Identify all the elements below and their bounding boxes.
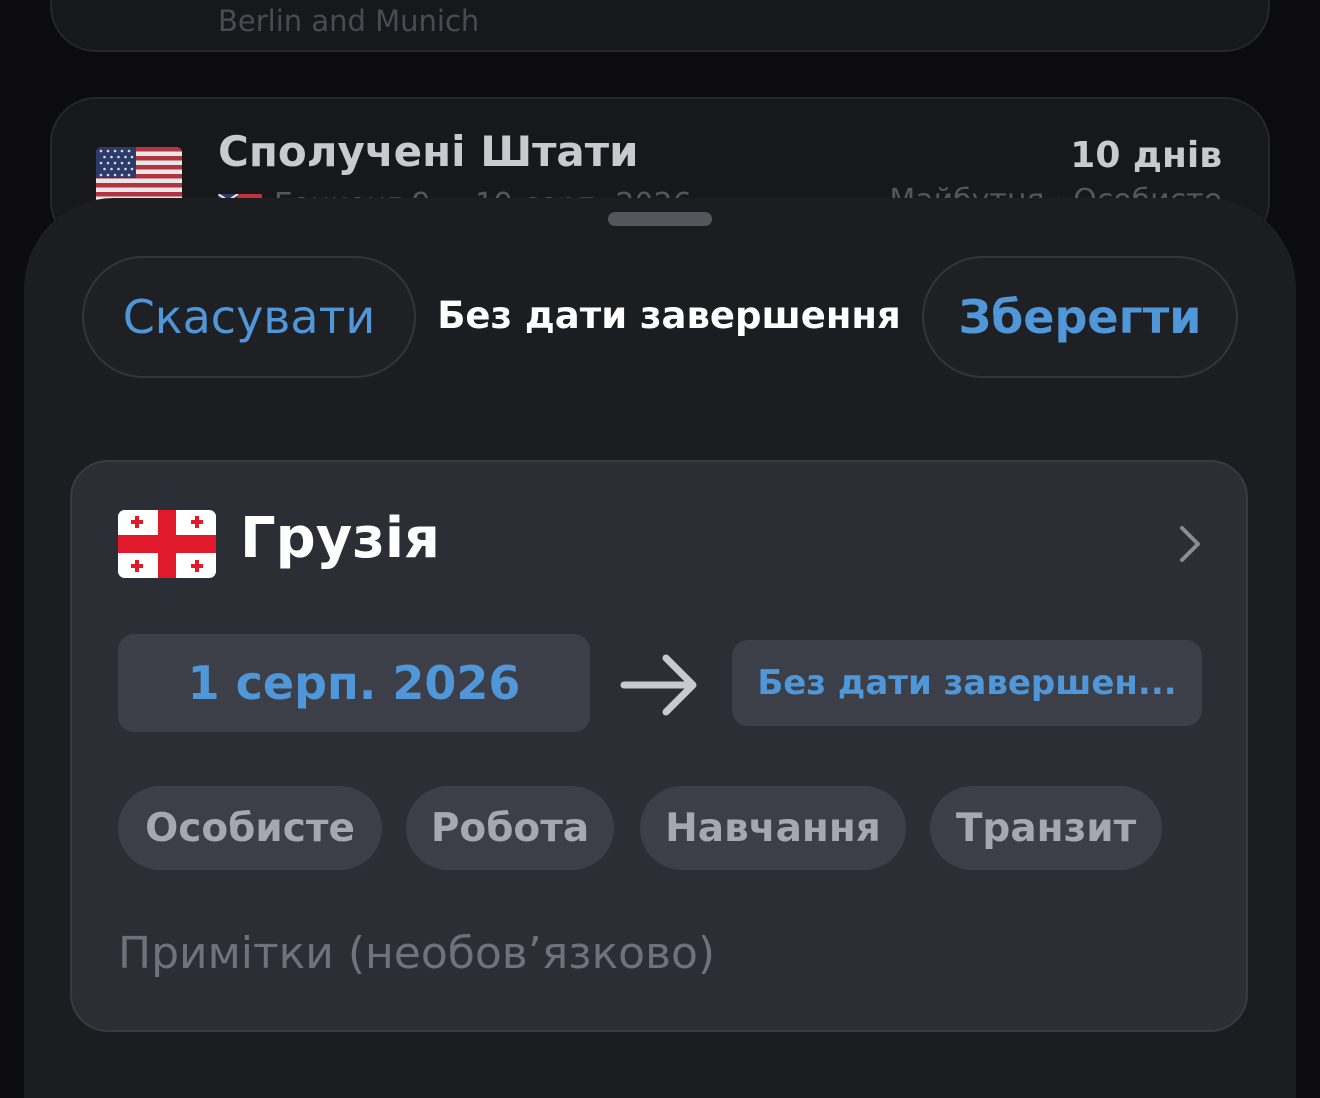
edit-trip-sheet: Скасувати Без дати завершення Зберегти Г… xyxy=(24,198,1296,1098)
country-name: Грузія xyxy=(240,506,440,571)
category-chip-personal[interactable]: Особисте xyxy=(118,786,382,870)
trip-card-previous[interactable]: Berlin and Munich xyxy=(50,0,1270,52)
notes-field[interactable]: Примітки (необов’язково) xyxy=(118,928,715,979)
sheet-title: Без дати завершення xyxy=(437,294,901,337)
trip-card-subtitle: Berlin and Munich xyxy=(218,4,480,38)
us-flag-icon xyxy=(96,147,182,205)
trip-card-title: Сполучені Штати xyxy=(218,127,639,176)
trip-card-duration: 10 днів xyxy=(1070,135,1222,176)
arrow-right-icon xyxy=(620,652,700,718)
category-chip-study[interactable]: Навчання xyxy=(640,786,906,870)
chevron-right-icon[interactable] xyxy=(1176,524,1204,564)
start-date-button[interactable]: 1 серп. 2026 xyxy=(118,634,590,732)
category-chip-work[interactable]: Робота xyxy=(406,786,614,870)
cancel-button[interactable]: Скасувати xyxy=(82,256,416,378)
trip-details-card: Грузія 1 серп. 2026 Без дати завершен...… xyxy=(70,460,1248,1032)
end-date-button[interactable]: Без дати завершен... xyxy=(732,640,1202,726)
category-chip-transit[interactable]: Транзит xyxy=(930,786,1162,870)
save-button[interactable]: Зберегти xyxy=(922,256,1238,378)
sheet-grabber[interactable] xyxy=(608,212,712,226)
georgia-flag-icon xyxy=(118,510,216,578)
